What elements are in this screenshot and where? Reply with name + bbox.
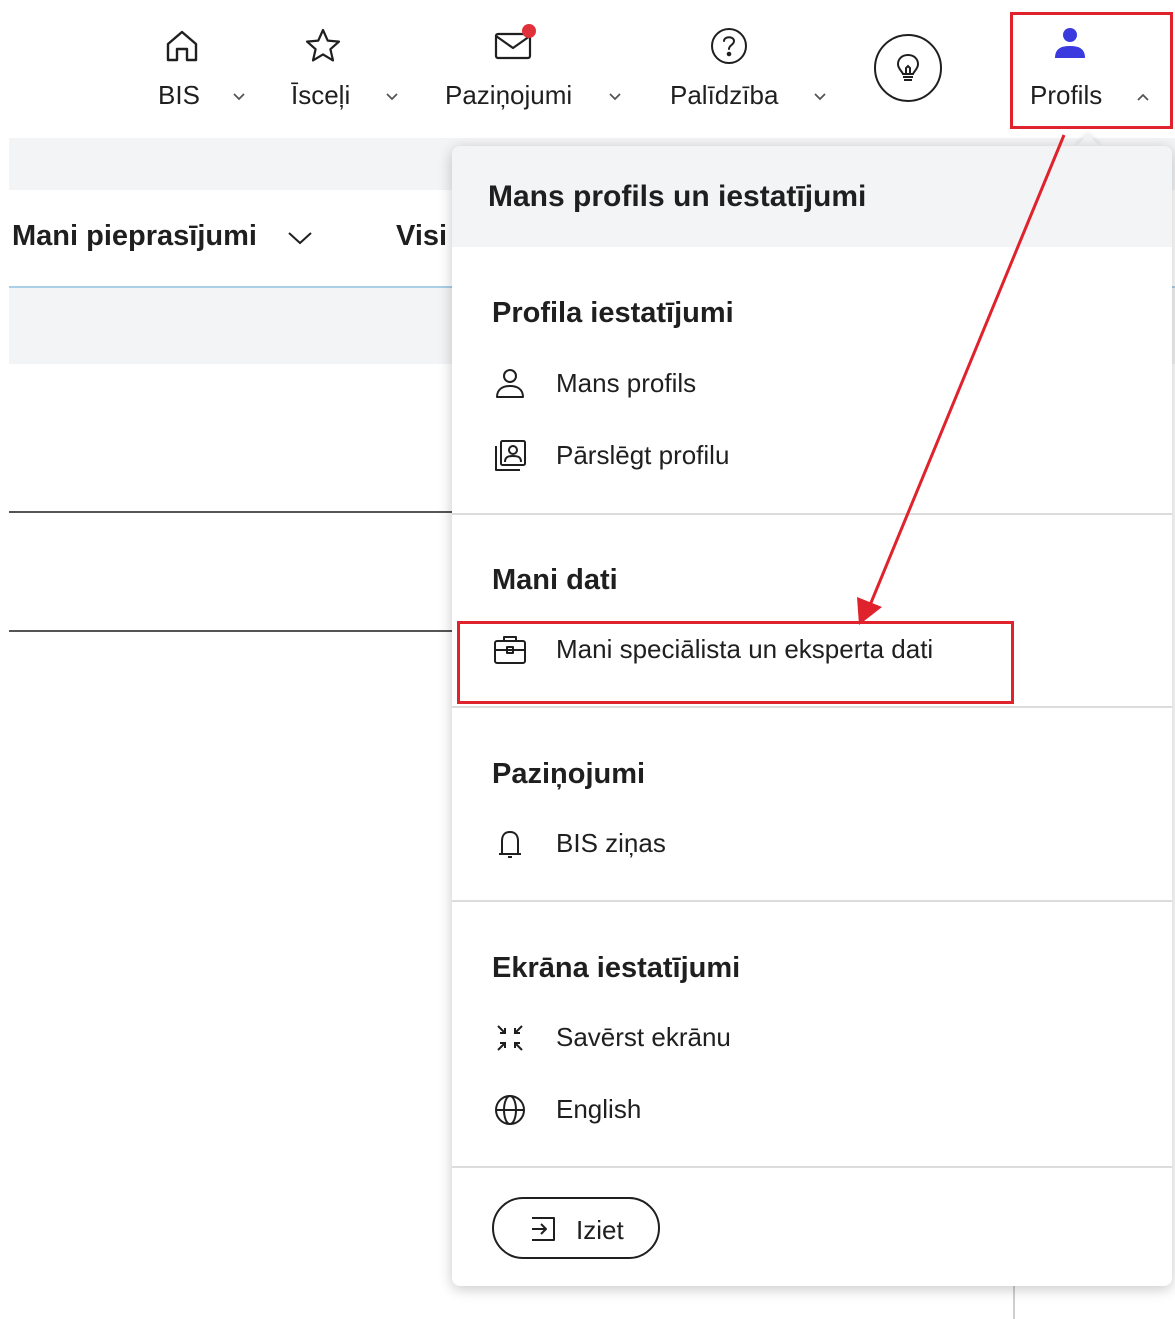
bell-icon — [492, 826, 528, 862]
menu-item-label: Pārslēgt profilu — [556, 440, 730, 470]
divider — [452, 513, 1172, 515]
annotation-highlight-specialista-dati — [457, 621, 1014, 704]
home-icon — [160, 24, 204, 68]
notification-dot — [522, 24, 536, 38]
tab-visi[interactable]: Visi — [396, 220, 447, 253]
star-icon — [301, 24, 345, 68]
top-navigation: BIS Īsceļi Paziņojumi Palīdzība Profils — [0, 0, 1175, 135]
nav-label: Paziņojumi — [445, 80, 573, 110]
logout-label: Iziet — [576, 1215, 624, 1245]
chevron-down-icon — [286, 230, 314, 246]
collapse-screen-icon — [492, 1020, 528, 1056]
dropdown-title: Mans profils un iestatījumi — [488, 180, 867, 213]
menu-item-saverst-ekranu[interactable]: Savērst ekrānu — [482, 1012, 1122, 1068]
nav-item-palidziba[interactable]: Palīdzība — [665, 0, 845, 135]
globe-icon — [492, 1092, 528, 1128]
menu-item-label: English — [556, 1094, 642, 1124]
annotation-highlight-profile — [1010, 12, 1173, 129]
section-title-profila-iestatijumi: Profila iestatījumi — [492, 297, 734, 329]
divider — [452, 900, 1172, 902]
person-outline-icon — [492, 366, 528, 402]
nav-label: BIS — [158, 80, 200, 110]
menu-item-label: BIS ziņas — [556, 828, 666, 858]
profile-dropdown: Mans profils un iestatījumi Profila iest… — [452, 146, 1172, 1286]
chevron-down-icon — [813, 92, 827, 102]
menu-item-bis-zinas[interactable]: BIS ziņas — [482, 818, 1122, 874]
section-title-ekrana-iestatijumi: Ekrāna iestatījumi — [492, 952, 741, 984]
switch-profile-icon — [492, 438, 528, 474]
logout-icon — [528, 1214, 558, 1244]
chevron-down-icon — [232, 92, 246, 102]
menu-item-parslegt-profilu[interactable]: Pārslēgt profilu — [482, 430, 1122, 486]
nav-item-bis[interactable]: BIS — [150, 0, 260, 135]
tab-mani-pieprasijumi[interactable]: Mani pieprasījumi — [12, 220, 257, 253]
section-title-mani-dati: Mani dati — [492, 564, 618, 596]
divider — [452, 1166, 1172, 1168]
menu-item-label: Savērst ekrānu — [556, 1022, 731, 1052]
nav-item-isceli[interactable]: Īsceļi — [285, 0, 415, 135]
chevron-down-icon — [385, 92, 399, 102]
chevron-down-icon — [608, 92, 622, 102]
menu-item-english[interactable]: English — [482, 1084, 1122, 1140]
divider — [452, 706, 1172, 708]
section-title-pazinojumi: Paziņojumi — [492, 758, 646, 790]
divider — [9, 511, 469, 513]
menu-item-label: Mans profils — [556, 368, 697, 398]
idea-button[interactable] — [874, 34, 942, 102]
logout-button[interactable]: Iziet — [492, 1197, 660, 1259]
divider — [9, 630, 469, 632]
dropdown-header: Mans profils un iestatījumi — [452, 146, 1172, 247]
menu-item-mans-profils[interactable]: Mans profils — [482, 358, 1122, 414]
help-icon — [707, 24, 751, 68]
nav-label: Īsceļi — [291, 80, 351, 110]
lightbulb-icon — [896, 53, 920, 81]
divider — [1013, 1286, 1015, 1319]
nav-item-pazinojumi[interactable]: Paziņojumi — [440, 0, 640, 135]
nav-label: Palīdzība — [670, 80, 779, 110]
